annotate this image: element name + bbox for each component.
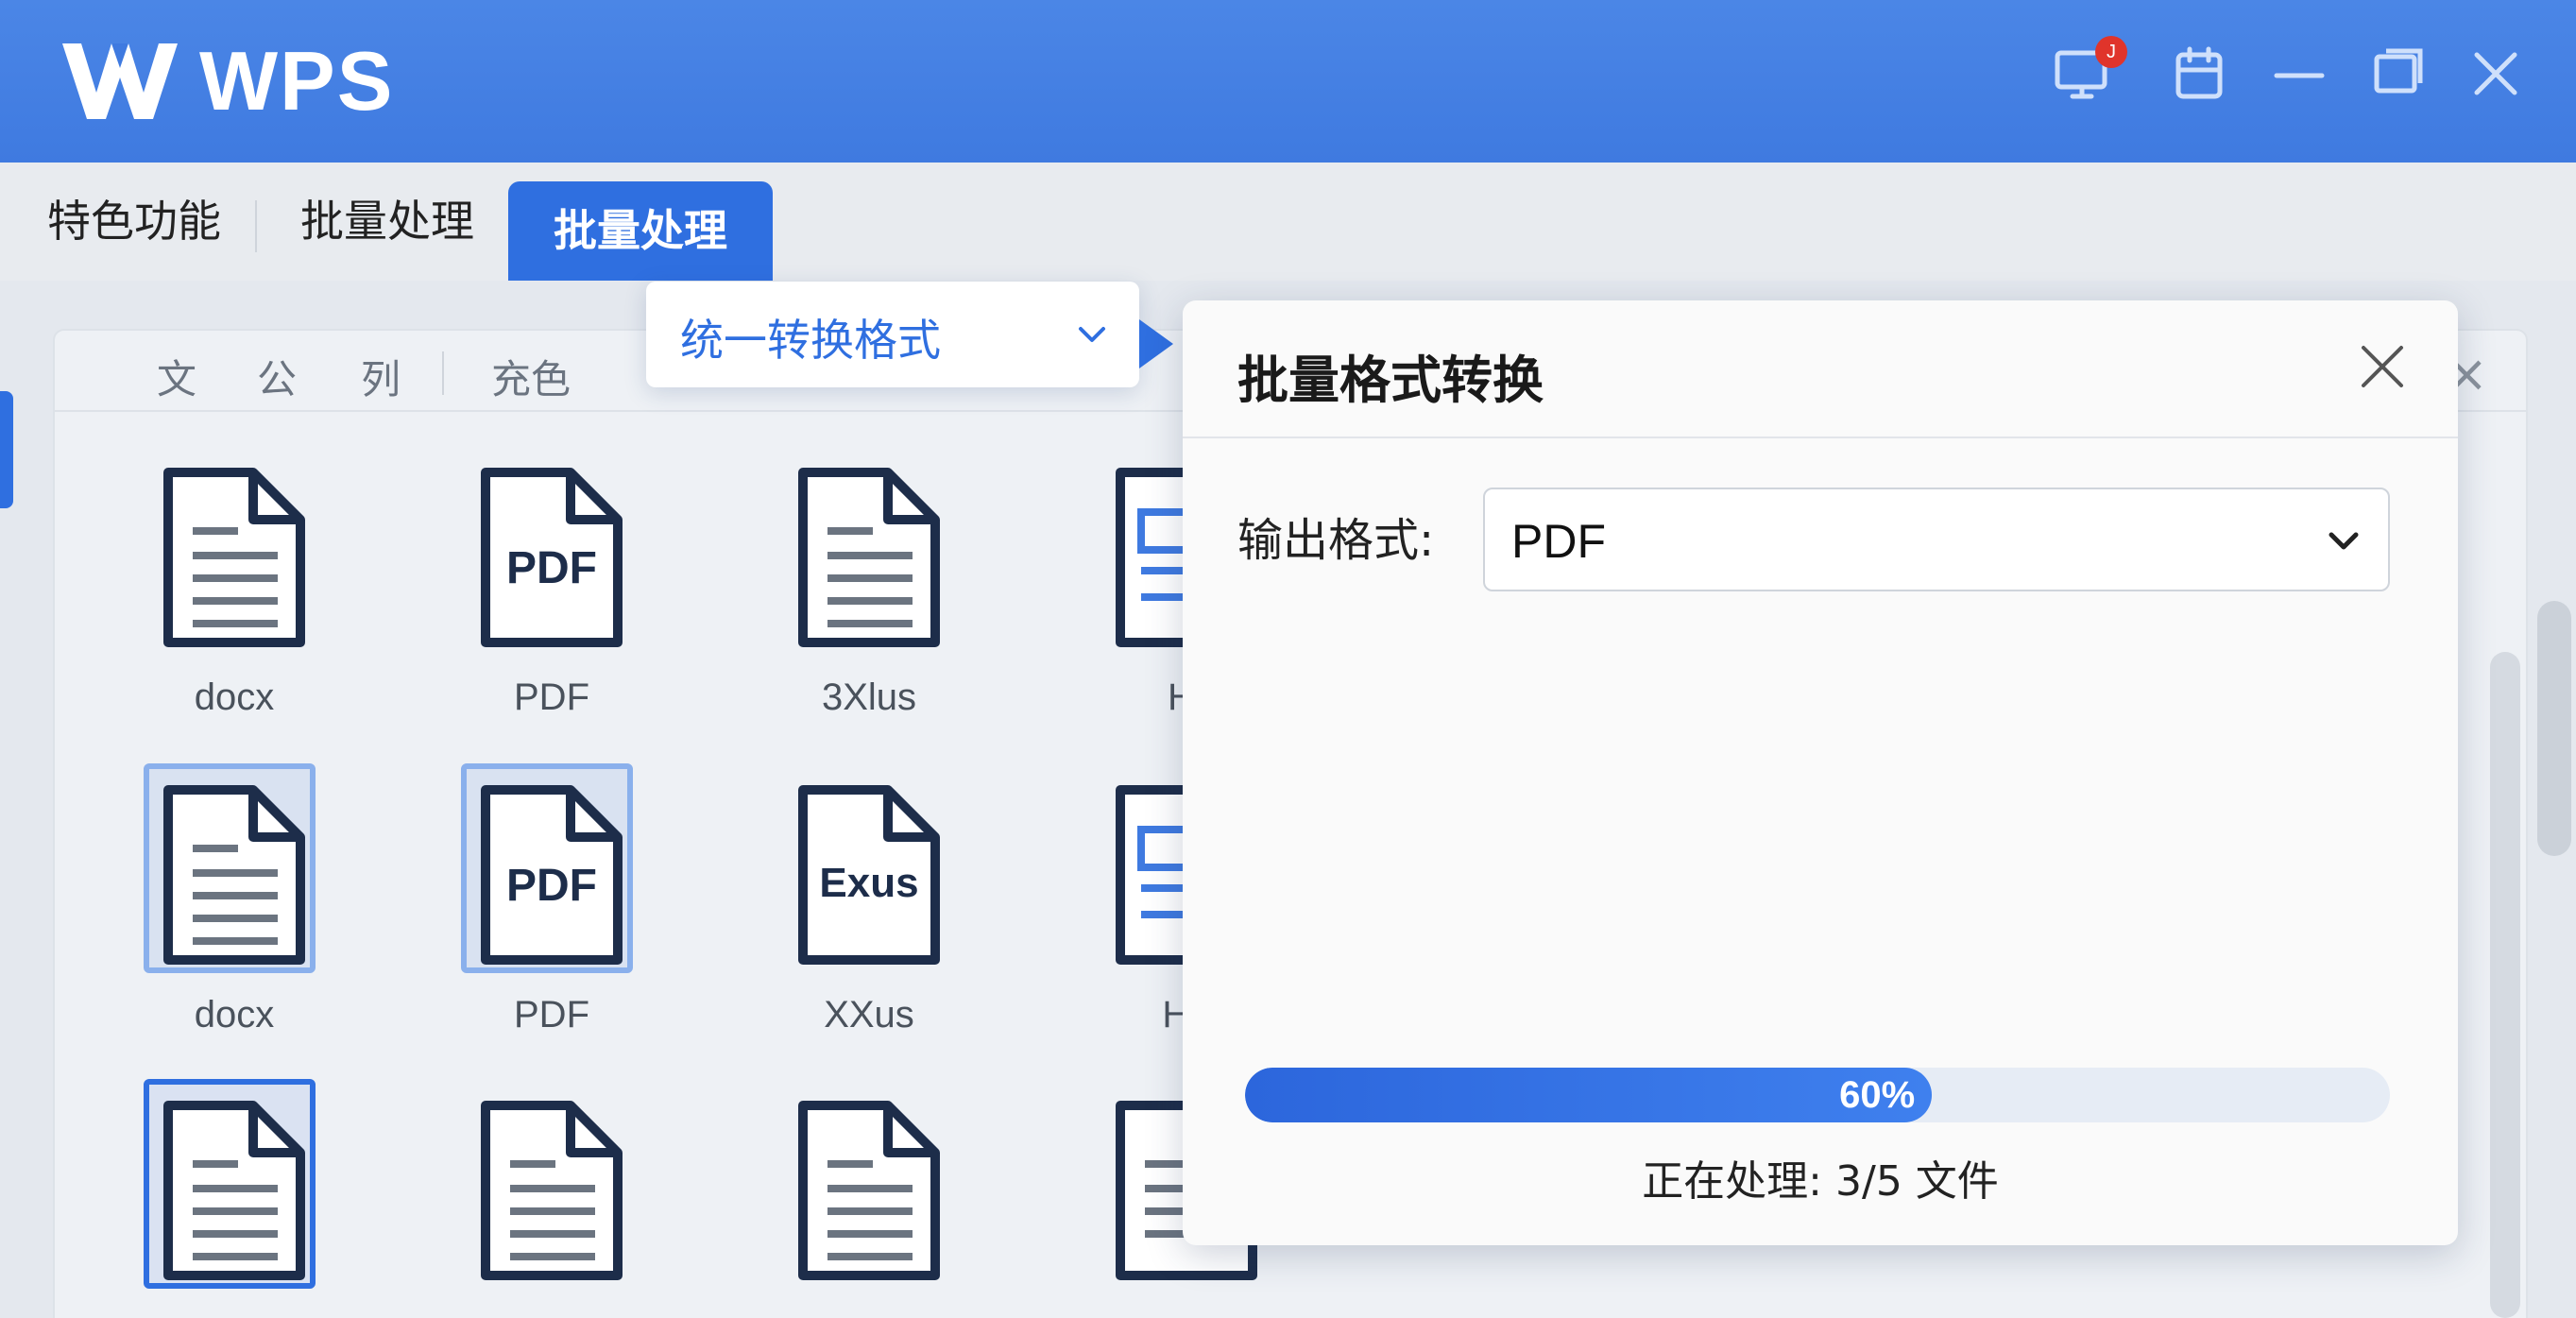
- toolbar-item-1[interactable]: 文: [157, 348, 196, 405]
- toolbar-separator: [442, 351, 444, 395]
- window-close-button[interactable]: [2460, 38, 2532, 110]
- file-label: PDF: [514, 994, 589, 1036]
- left-nav-indicator: [0, 391, 13, 508]
- chevron-down-icon: [1079, 327, 1105, 342]
- close-icon: [2474, 52, 2517, 95]
- scrollbar-track[interactable]: [2490, 652, 2520, 1318]
- processing-status: 正在处理: 3/5 文件: [1642, 1157, 1999, 1206]
- restore-button[interactable]: [2362, 38, 2433, 110]
- minimize-icon: [2274, 73, 2325, 78]
- logo-text: WPS: [199, 34, 395, 128]
- toolbar-item-4[interactable]: 充色: [491, 348, 571, 405]
- progress-percent: 60%: [1839, 1074, 1916, 1116]
- dialog-close-button[interactable]: [2356, 340, 2409, 393]
- document-icon: [795, 465, 943, 650]
- tab-batch[interactable]: 批量处理: [255, 163, 520, 281]
- tab-featured[interactable]: 特色功能: [2, 163, 266, 281]
- dialog-title: 批量格式转换: [1237, 351, 1544, 410]
- dialog-header: 批量格式转换: [1183, 300, 2458, 438]
- progress-bar: 60%: [1245, 1068, 2390, 1122]
- notification-badge: J: [2095, 36, 2127, 68]
- restore-icon: [2374, 48, 2423, 94]
- menu-item-unify-format[interactable]: 统一转换格式: [680, 306, 941, 368]
- pdf-file-icon: PDF: [478, 465, 625, 650]
- toolbar-item-3[interactable]: 列: [361, 348, 401, 405]
- document-icon: [161, 782, 308, 967]
- document-icon: [478, 1098, 625, 1283]
- tab-bar: 特色功能 批量处理 批量处理: [0, 163, 2576, 281]
- output-format-select[interactable]: PDF: [1483, 488, 2390, 591]
- file-label: docx: [194, 994, 275, 1036]
- file-label: PDF: [514, 676, 589, 718]
- progress-fill: 60%: [1245, 1068, 1933, 1122]
- toolbar-item-2[interactable]: 公: [257, 348, 297, 405]
- clipboard-icon: [2175, 46, 2223, 99]
- document-icon: [161, 1098, 308, 1283]
- document-icon: [161, 465, 308, 650]
- title-bar: WPS J: [0, 0, 2576, 163]
- file-label: docx: [194, 676, 275, 718]
- icon-caption: Exus: [819, 860, 919, 906]
- document-icon: [795, 1098, 943, 1283]
- convert-format-menu[interactable]: 统一转换格式: [646, 282, 1139, 387]
- wps-logo-icon: [62, 43, 178, 119]
- file-label: 3Xlus: [821, 676, 917, 718]
- icon-caption: PDF: [506, 543, 597, 593]
- file-label: XXus: [824, 994, 914, 1036]
- output-format-label: 输出格式:: [1237, 514, 1435, 567]
- clipboard-button[interactable]: [2163, 38, 2235, 110]
- output-format-value: PDF: [1511, 515, 1606, 568]
- chevron-down-icon: [2329, 532, 2359, 550]
- close-icon: [2362, 346, 2403, 387]
- batch-convert-dialog: 批量格式转换 输出格式: PDF 60% 正在处理: 3/5 文件: [1183, 300, 2458, 1245]
- wps-logo: WPS: [57, 34, 394, 128]
- scrollbar-thumb[interactable]: [2537, 601, 2571, 856]
- tab-batch-active[interactable]: 批量处理: [508, 181, 773, 281]
- exus-file-icon: Exus: [795, 782, 943, 967]
- minimize-button[interactable]: [2263, 38, 2335, 110]
- notification-button[interactable]: J: [2048, 36, 2127, 110]
- icon-caption: PDF: [506, 861, 597, 911]
- menu-pointer-arrow: [1139, 319, 1173, 368]
- pdf-file-icon: PDF: [478, 782, 625, 967]
